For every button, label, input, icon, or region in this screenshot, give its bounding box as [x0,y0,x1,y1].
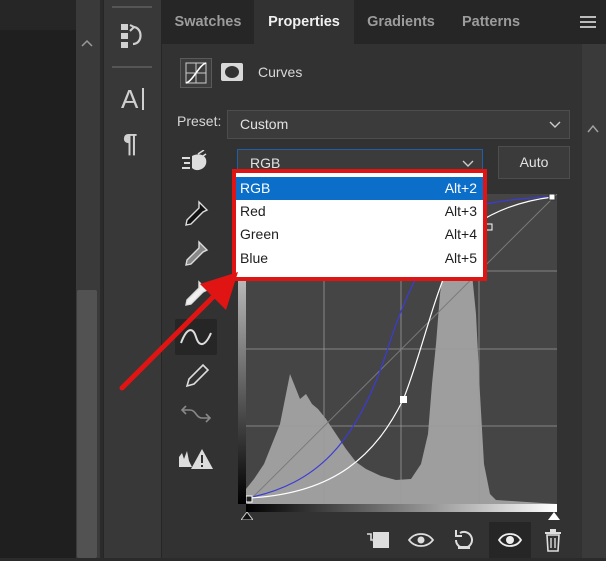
smooth-icon[interactable] [180,402,212,426]
menu-item-label: Red [240,203,266,219]
preset-select[interactable]: Custom [227,110,570,139]
svg-text:A: A [121,84,139,112]
white-point-handle[interactable] [548,194,556,201]
menu-item-green[interactable]: Green Alt+4 [236,223,483,246]
menu-item-rgb[interactable]: RGB Alt+2 [236,177,483,200]
character-icon[interactable]: A [120,84,148,112]
pencil-icon[interactable] [183,362,211,390]
layer-mask-icon[interactable] [218,58,246,86]
white-point-eyedropper-icon[interactable] [183,280,209,308]
menu-item-shortcut: Alt+3 [444,203,477,219]
preset-label: Preset: [177,113,222,129]
delete-icon[interactable] [543,528,563,552]
black-point-handle[interactable] [246,495,253,503]
black-input-slider-icon[interactable] [241,512,253,520]
menu-item-blue[interactable]: Blue Alt+5 [236,247,483,270]
menu-item-label: Green [240,226,279,242]
tab-properties[interactable]: Properties [254,0,354,44]
paragraph-icon[interactable]: ¶ [122,128,146,156]
visibility-icon [497,533,523,547]
white-input-slider-icon[interactable] [548,512,560,520]
clipping-warning-icon[interactable] [178,447,214,471]
panel-tab-bar: Swatches Properties Gradients Patterns [162,0,606,44]
auto-button[interactable]: Auto [498,146,570,179]
input-gradient-bar [246,504,557,512]
view-previous-icon[interactable] [407,530,437,550]
menu-item-shortcut: Alt+5 [444,250,477,266]
menu-item-label: Blue [240,250,269,266]
menu-item-red[interactable]: Red Alt+3 [236,200,483,223]
point-curve-button[interactable] [175,319,217,355]
canvas-scrollbar-thumb[interactable] [77,290,97,558]
preset-value: Custom [240,116,289,132]
tab-gradients[interactable]: Gradients [354,0,448,44]
chevron-down-icon [549,121,561,128]
tool-column: A ¶ [103,0,162,558]
scroll-up-icon[interactable] [79,36,95,52]
panel-menu-icon[interactable] [580,16,596,28]
tool-separator [112,66,152,68]
curve-control-point[interactable] [400,396,407,403]
clip-to-layer-icon[interactable] [365,528,391,552]
on-image-adjust-icon[interactable] [180,150,210,176]
chevron-down-icon [462,160,474,167]
curves-adjustment-icon[interactable] [180,58,212,88]
black-point-eyedropper-icon[interactable] [183,200,209,228]
svg-text:¶: ¶ [123,128,137,156]
channel-dropdown-menu: RGB Alt+2 Red Alt+3 Green Alt+4 Blue Alt… [232,169,487,281]
tab-patterns[interactable]: Patterns [448,0,534,44]
menu-item-label: RGB [240,180,271,196]
history-icon[interactable] [119,22,147,52]
document-canvas [0,30,76,558]
point-curve-icon [180,329,212,345]
menu-item-shortcut: Alt+2 [444,180,477,196]
scroll-up-icon[interactable] [585,120,601,138]
gray-point-eyedropper-icon[interactable] [183,240,209,268]
visibility-toggle[interactable] [489,522,531,558]
reset-icon[interactable] [452,528,476,552]
tool-separator [112,6,152,8]
adjustment-title: Curves [258,64,303,80]
tab-swatches[interactable]: Swatches [162,0,254,44]
menu-item-shortcut: Alt+4 [444,226,477,242]
